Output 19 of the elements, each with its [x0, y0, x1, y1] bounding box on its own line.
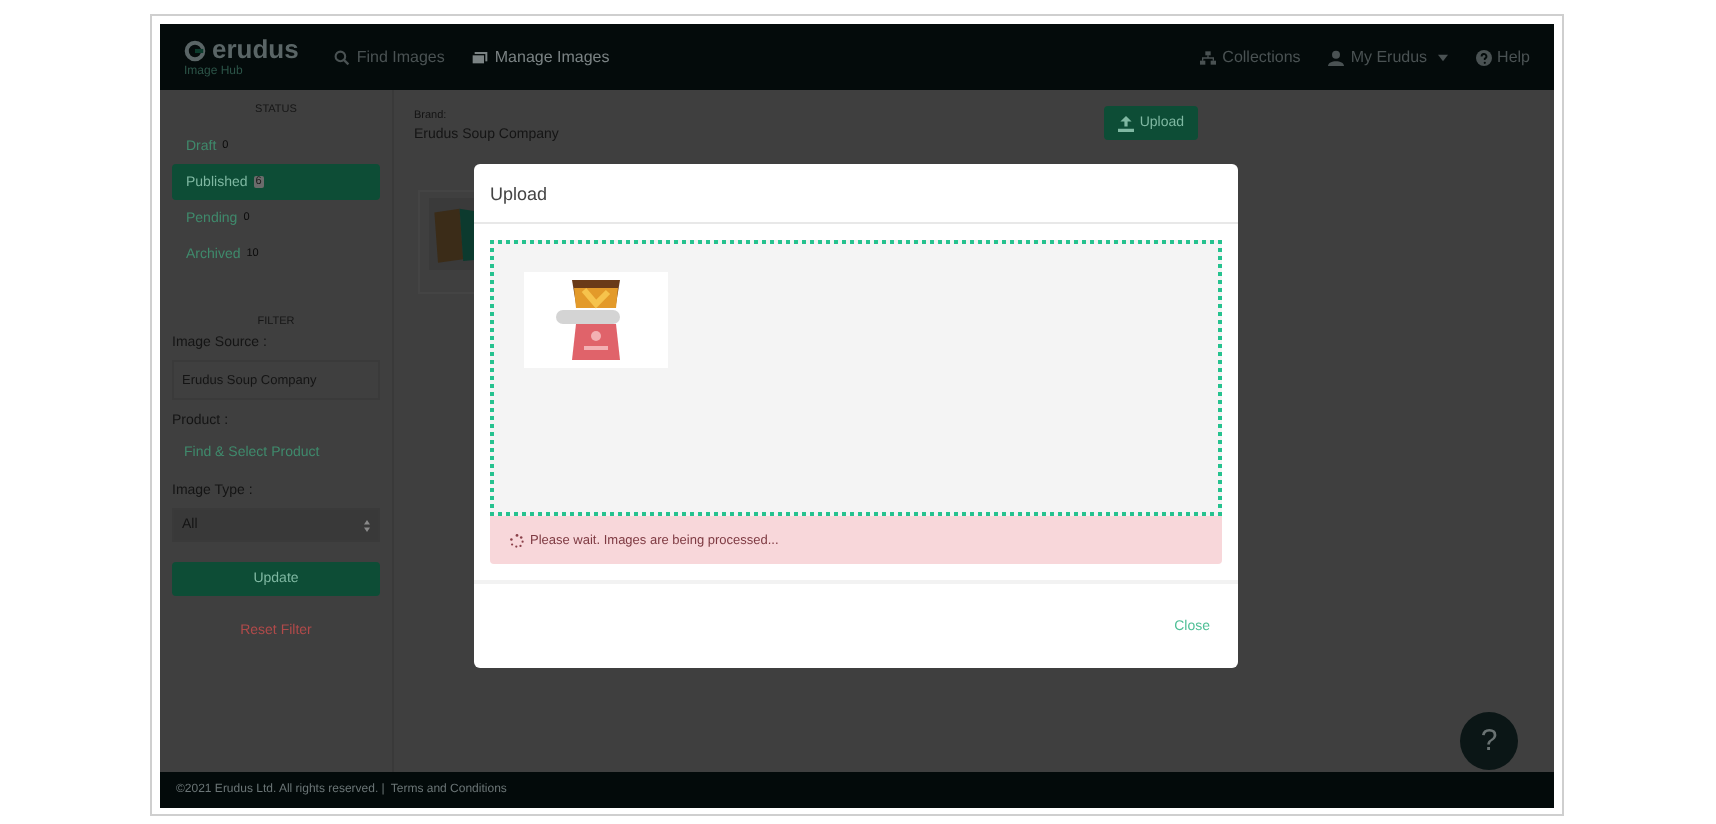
nav-link[interactable]: Help	[1475, 48, 1530, 66]
select-arrows-icon	[364, 519, 370, 531]
help-icon	[1475, 49, 1492, 65]
dialog-title: Upload	[474, 164, 1238, 224]
help-bubble[interactable]: ?	[1460, 712, 1518, 770]
spinner-icon	[510, 533, 524, 547]
search-icon	[334, 49, 351, 65]
image-thumbnail[interactable]	[524, 272, 668, 368]
nav-link[interactable]: Collections	[1200, 48, 1301, 66]
sitemap-icon	[1200, 49, 1217, 65]
nav-link[interactable]: Find Images	[334, 48, 445, 66]
logo-icon	[184, 39, 206, 61]
images-icon	[472, 49, 489, 65]
logo-text[interactable]: erudus	[212, 36, 299, 64]
upload-icon	[1117, 115, 1134, 131]
user-icon	[1328, 49, 1345, 65]
nav-link[interactable]: My Erudus	[1328, 48, 1448, 66]
nav-link[interactable]: Manage Images	[472, 48, 610, 66]
caret-icon	[1437, 53, 1448, 61]
